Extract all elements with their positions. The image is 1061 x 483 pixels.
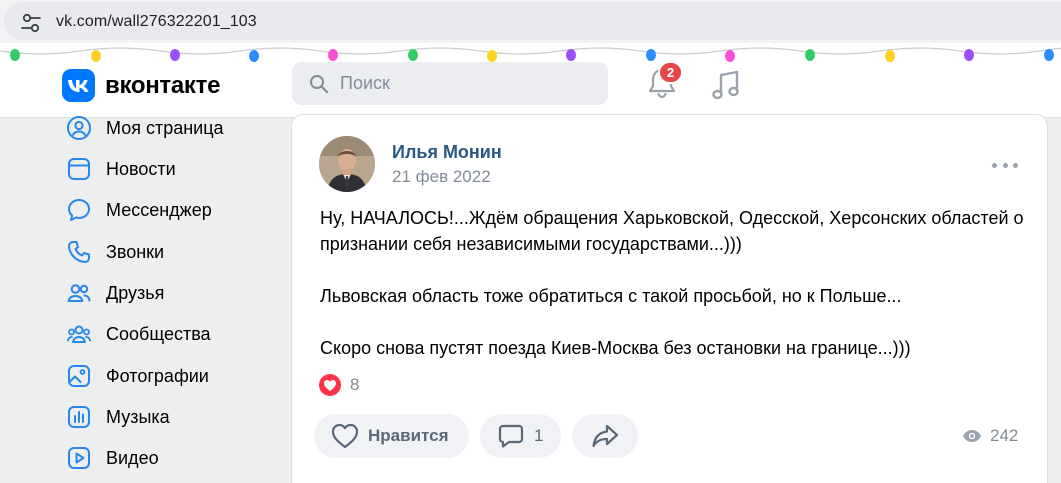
sidebar-item-label: Новости: [106, 158, 176, 179]
communities-icon: [66, 321, 92, 347]
sidebar-item-music[interactable]: Музыка: [60, 398, 270, 436]
user-circle-icon: [66, 115, 92, 141]
sidebar-item-label: Друзья: [106, 282, 165, 303]
sidebar-item-communities[interactable]: Сообщества: [60, 315, 270, 353]
notifications-badge[interactable]: 2: [658, 61, 683, 84]
reactions-count: 8: [350, 375, 360, 394]
friends-icon: [66, 280, 92, 306]
reactions-summary[interactable]: 8: [319, 374, 359, 396]
sidebar-item-label: Звонки: [106, 241, 165, 262]
sidebar-item-label: Фотографии: [106, 365, 209, 386]
url-text[interactable]: vk.com/wall276322201_103: [56, 13, 257, 31]
sidebar-item-label: Музыка: [106, 406, 170, 427]
sidebar-item-label: Моя страница: [106, 117, 224, 138]
share-arrow-icon: [591, 423, 619, 449]
share-button[interactable]: [572, 414, 638, 458]
video-icon: [66, 445, 92, 471]
vk-logo[interactable]: вконтакте: [62, 69, 220, 102]
search-icon: [309, 74, 329, 99]
sidebar-item-label: Сообщества: [106, 323, 211, 344]
comment-button[interactable]: 1: [480, 414, 561, 458]
avatar[interactable]: [319, 136, 375, 192]
tune-icon[interactable]: [18, 11, 44, 35]
sidebar-item-photos[interactable]: Фотографии: [60, 357, 270, 395]
message-icon: [66, 197, 92, 223]
news-icon: [66, 156, 92, 182]
search-box[interactable]: [292, 62, 608, 105]
heart-reaction-icon: [319, 374, 341, 396]
search-input[interactable]: [340, 62, 590, 105]
heart-outline-icon: [331, 423, 359, 449]
sidebar-item-messenger[interactable]: Мессенджер: [60, 191, 270, 229]
post-paragraph: Львовская область тоже обратиться с тако…: [320, 286, 902, 306]
vk-logo-text: вконтакте: [105, 71, 221, 99]
photo-icon: [66, 363, 92, 389]
post-paragraph: Скоро снова пустят поезда Киев-Москва бе…: [320, 338, 911, 358]
more-options-icon[interactable]: [992, 160, 1018, 170]
music-note-icon[interactable]: [709, 68, 743, 102]
sidebar-item-label: Видео: [106, 447, 159, 468]
sidebar-item-friends[interactable]: Друзья: [60, 274, 270, 312]
sidebar-item-calls[interactable]: Звонки: [60, 233, 270, 271]
eye-icon: [962, 429, 982, 443]
comment-icon: [498, 423, 524, 449]
vk-logo-icon: [62, 69, 95, 102]
music-icon: [66, 404, 92, 430]
views-counter: 242: [962, 426, 1018, 446]
post-date[interactable]: 21 фев 2022: [392, 167, 491, 187]
post-author[interactable]: Илья Монин: [392, 142, 502, 163]
vk-header: вконтакте 2: [0, 43, 1061, 118]
post-paragraph: Ну, НАЧАЛОСЬ!...Ждём обращения Харьковск…: [320, 208, 1024, 254]
views-count: 242: [990, 426, 1019, 445]
post-text: Ну, НАЧАЛОСЬ!...Ждём обращения Харьковск…: [320, 205, 1030, 361]
omnibox[interactable]: vk.com/wall276322201_103: [4, 2, 1061, 40]
browser-address-bar: vk.com/wall276322201_103: [0, 0, 1061, 43]
sidebar-item-news[interactable]: Новости: [60, 150, 270, 188]
wall-post: Илья Монин 21 фев 2022 Ну, НАЧАЛОСЬ!...Ж…: [291, 114, 1048, 483]
sidebar-item-my-page[interactable]: Моя страница: [60, 109, 270, 147]
phone-icon: [66, 239, 92, 265]
comments-count: 1: [534, 426, 544, 445]
like-label: Нравится: [368, 426, 449, 445]
sidebar-item-video[interactable]: Видео: [60, 439, 270, 477]
like-button[interactable]: Нравится: [314, 414, 469, 458]
sidebar-item-label: Мессенджер: [106, 199, 212, 220]
